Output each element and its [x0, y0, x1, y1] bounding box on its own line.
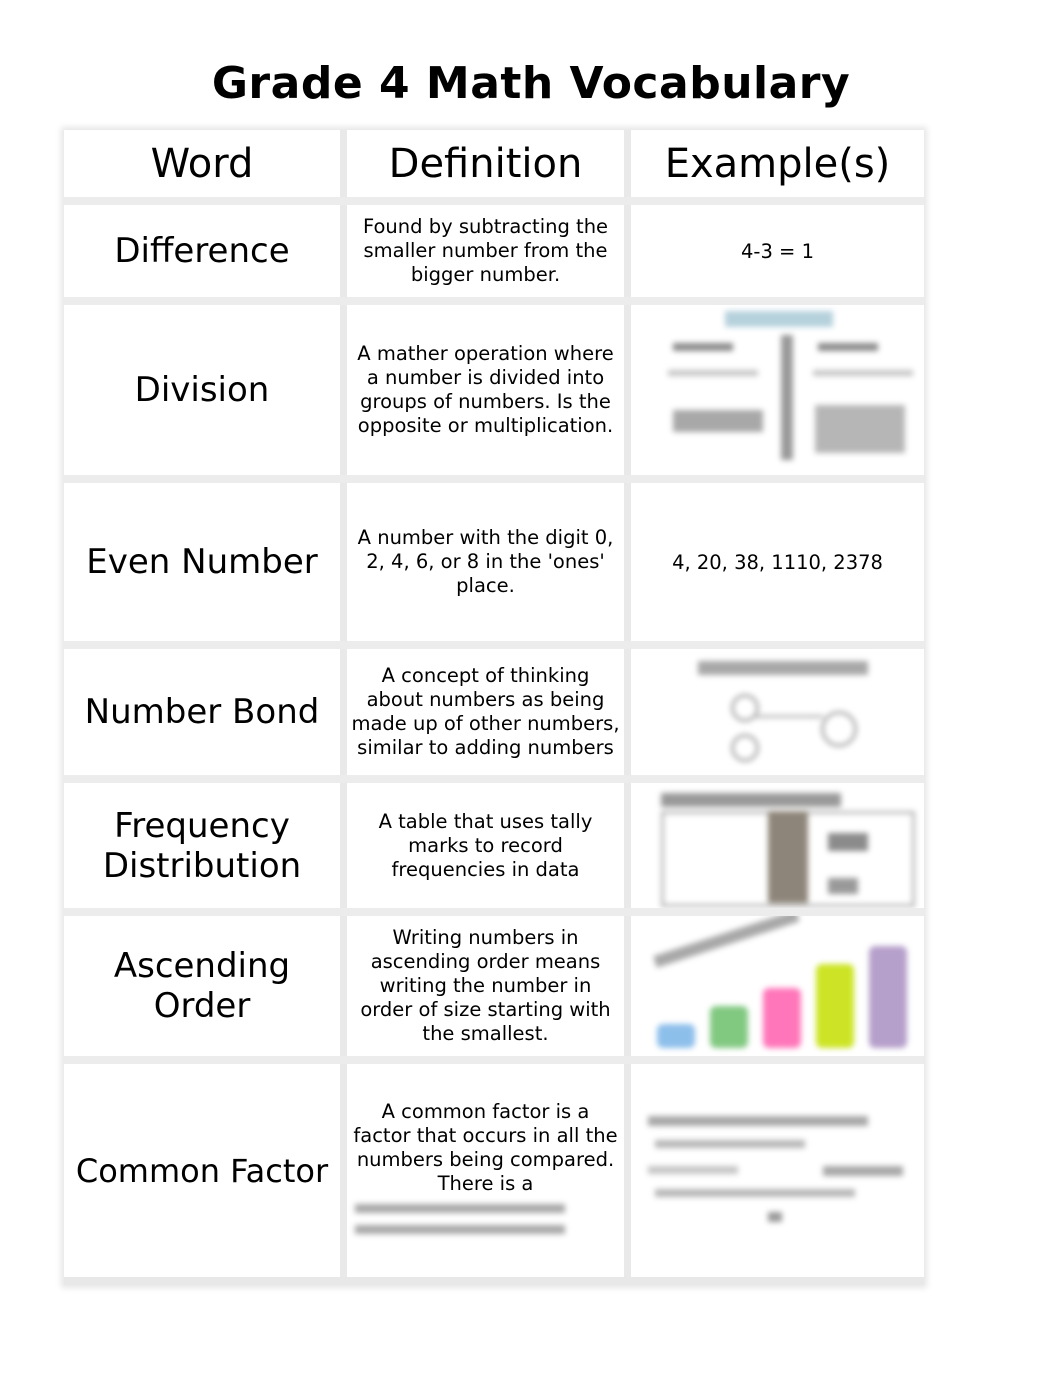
ascending-bar — [868, 946, 907, 1048]
table-row: Number Bond A concept of thinking about … — [64, 649, 924, 783]
definition-cell: Found by subtracting the smaller number … — [347, 205, 631, 297]
vocabulary-table: Word Definition Example(s) Difference Fo… — [64, 130, 924, 1285]
definition-cell: A mather operation where a number is div… — [347, 305, 631, 475]
header-word: Word — [64, 130, 347, 197]
table-row: Frequency Distribution A table that uses… — [64, 783, 924, 916]
definition-cell: Writing numbers in ascending order means… — [347, 916, 631, 1056]
frequency-table-example-image — [643, 783, 915, 908]
table-row: Difference Found by subtracting the smal… — [64, 205, 924, 305]
word-cell: Number Bond — [64, 649, 347, 775]
ascending-order-example-image — [643, 916, 913, 1056]
ascending-bar — [762, 988, 801, 1048]
word-cell: Even Number — [64, 483, 347, 641]
word-cell: Frequency Distribution — [64, 783, 347, 908]
table-row: Even Number A number with the digit 0, 2… — [64, 483, 924, 649]
table-row: Common Factor A common factor is a facto… — [64, 1064, 924, 1285]
definition-cell: A number with the digit 0, 2, 4, 6, or 8… — [347, 483, 631, 641]
ascending-bar — [656, 1024, 695, 1048]
definition-cell: A concept of thinking about numbers as b… — [347, 649, 631, 775]
example-cell — [631, 1064, 924, 1277]
number-bond-example-image — [643, 649, 913, 775]
header-definition: Definition — [347, 130, 631, 197]
example-cell — [631, 783, 924, 908]
division-example-image — [643, 305, 913, 475]
definition-overflow-blurred — [355, 1204, 565, 1234]
table-header-row: Word Definition Example(s) — [64, 130, 924, 205]
example-cell — [631, 649, 924, 775]
word-cell: Common Factor — [64, 1064, 347, 1277]
ascending-bar — [815, 964, 854, 1048]
word-cell: Division — [64, 305, 347, 475]
common-factor-example-image — [643, 1064, 913, 1277]
example-cell: 4, 20, 38, 1110, 2378 — [672, 550, 883, 574]
table-row: Division A mather operation where a numb… — [64, 305, 924, 483]
definition-cell: A table that uses tally marks to record … — [347, 783, 631, 908]
example-cell — [631, 916, 924, 1056]
example-cell — [631, 305, 924, 475]
definition-text: A common factor is a factor that occurs … — [353, 1100, 618, 1195]
table-row: Ascending Order Writing numbers in ascen… — [64, 916, 924, 1064]
definition-cell: A common factor is a factor that occurs … — [347, 1064, 631, 1277]
page-title: Grade 4 Math Vocabulary — [211, 58, 851, 109]
word-cell: Ascending Order — [64, 916, 347, 1056]
word-cell: Difference — [64, 205, 347, 297]
header-examples: Example(s) — [664, 140, 891, 187]
example-cell: 4-3 = 1 — [741, 239, 814, 263]
ascending-bar — [709, 1006, 748, 1048]
